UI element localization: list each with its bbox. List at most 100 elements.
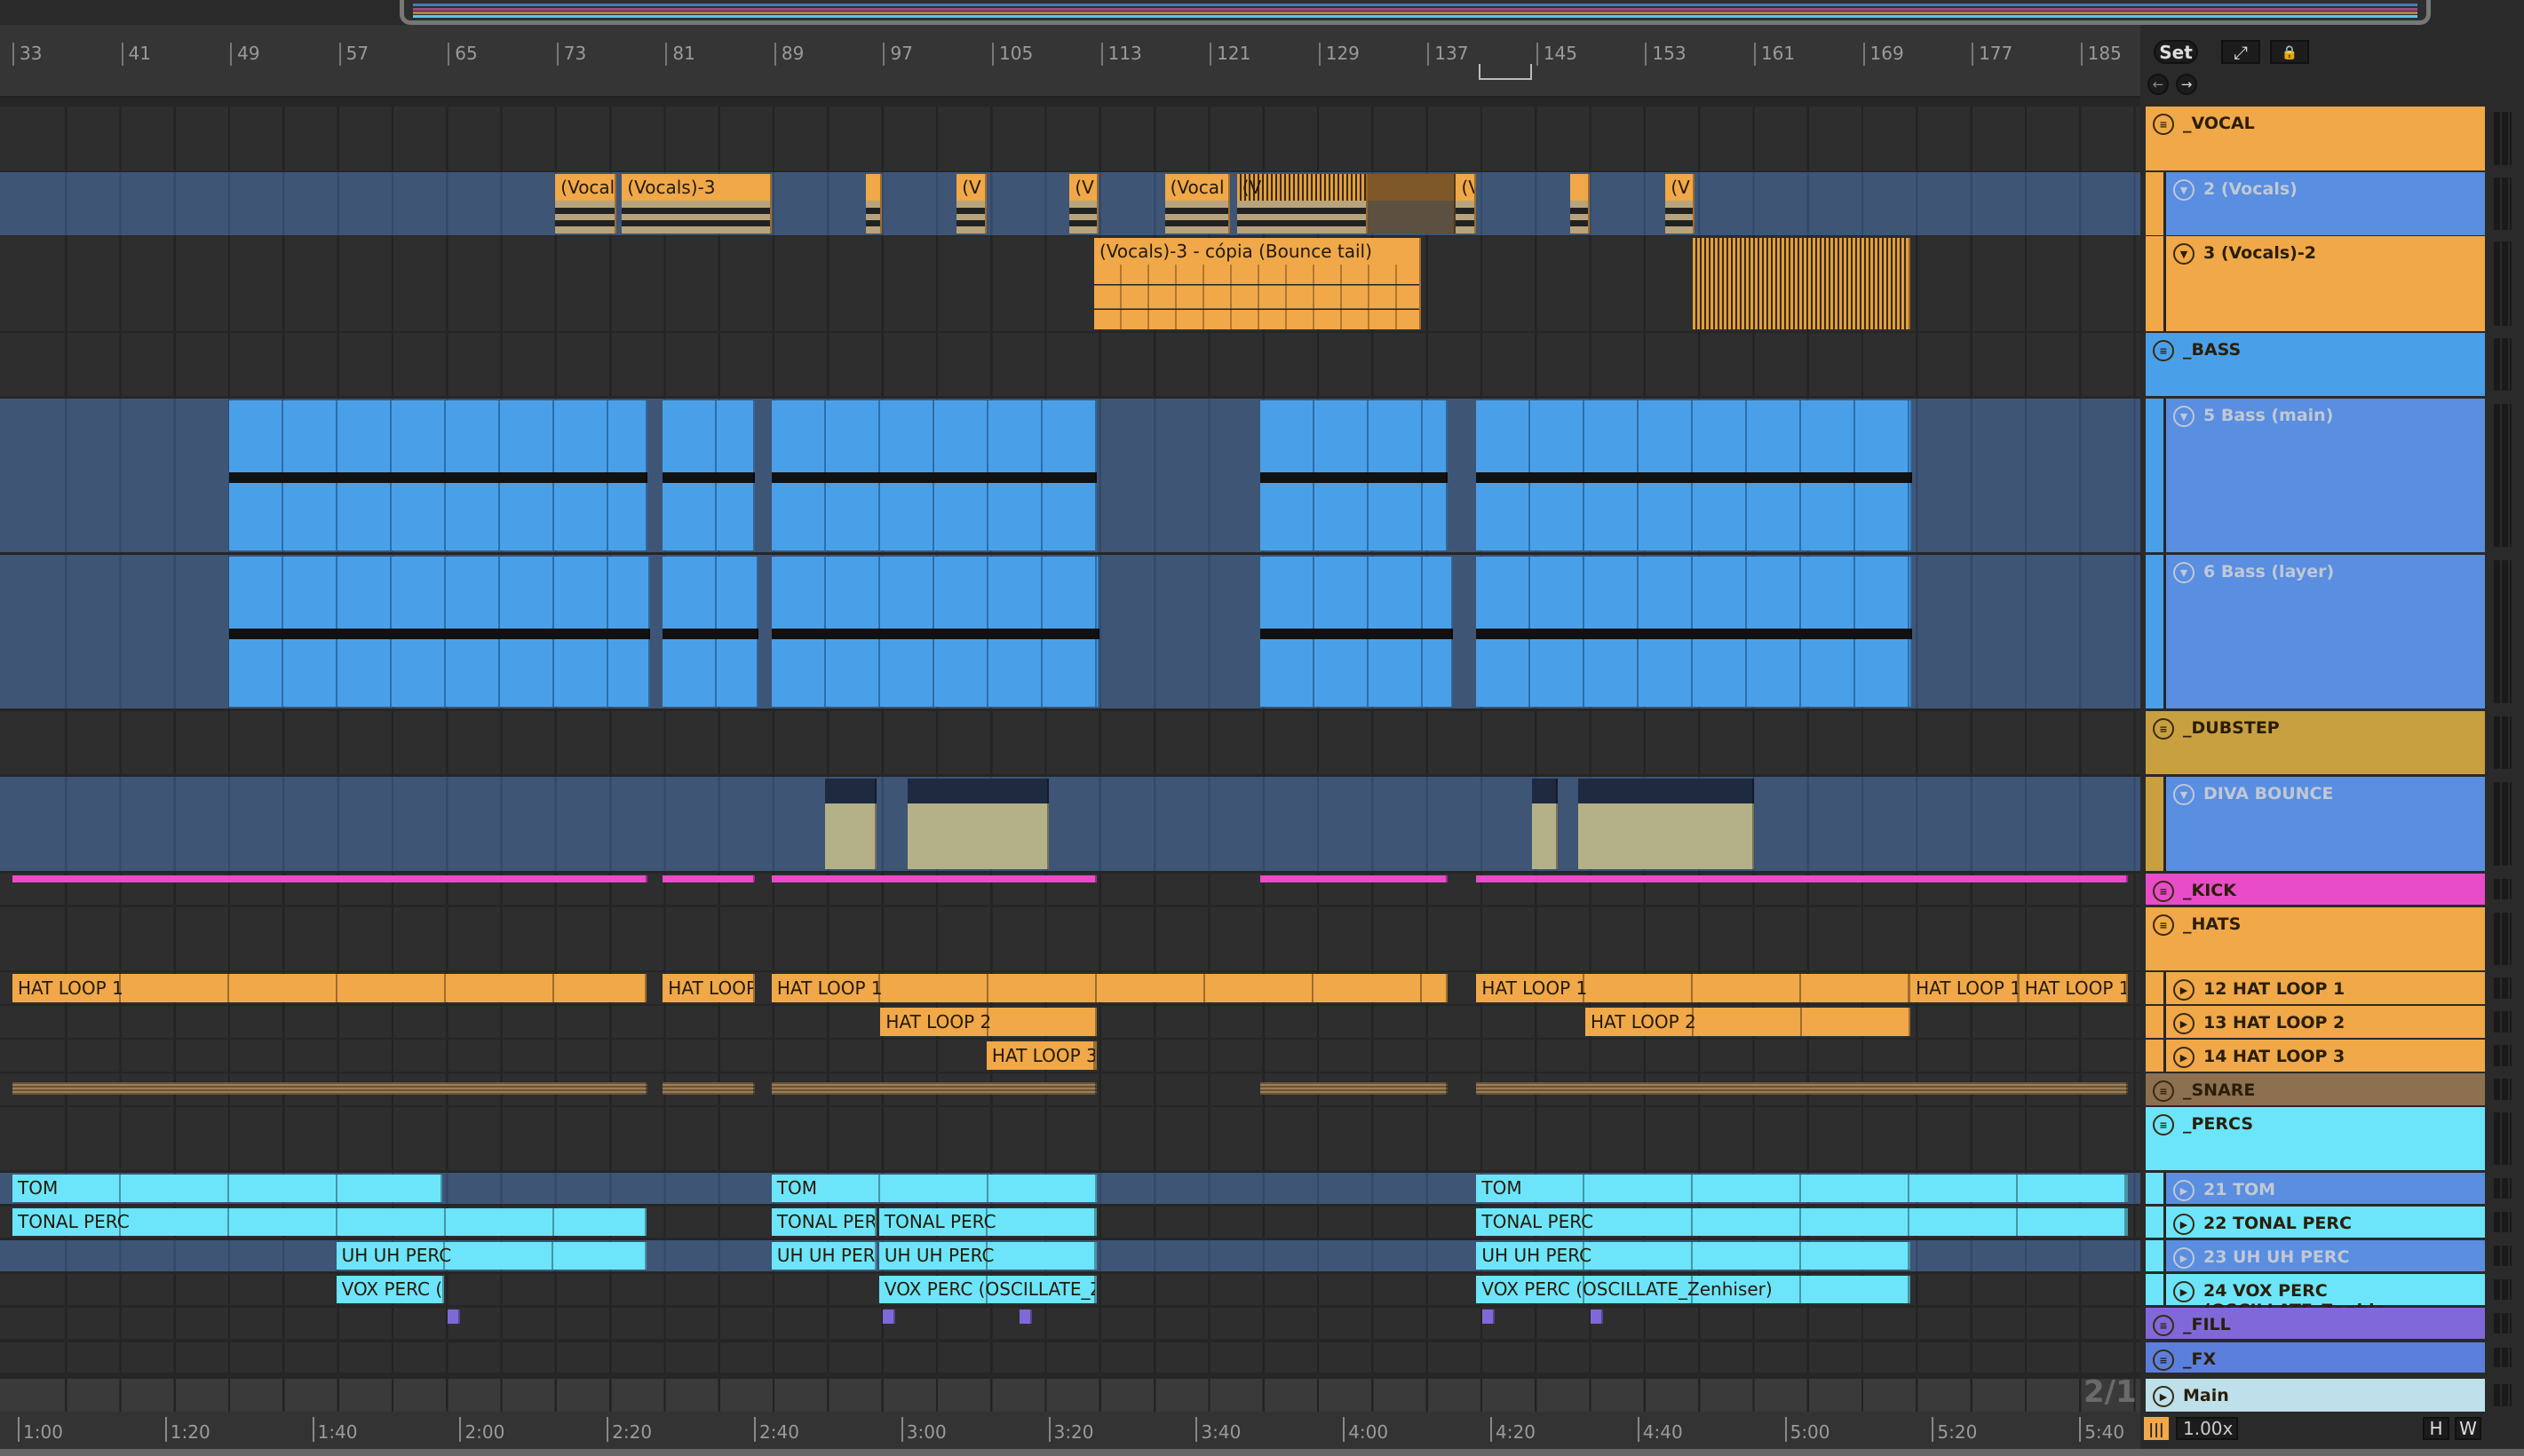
track-header[interactable]: ▶ 14 HAT LOOP 3	[2163, 1040, 2485, 1072]
set-button[interactable]: Set	[2154, 40, 2198, 64]
group-fold-icon[interactable]: ≡	[2153, 1349, 2174, 1371]
clip[interactable]: (Vocal	[555, 174, 617, 233]
clip[interactable]	[1476, 557, 1912, 707]
track-header[interactable]: ▶ Main	[2146, 1379, 2485, 1412]
clip[interactable]: HAT LOOP 1	[1910, 974, 2020, 1002]
fold-down-icon[interactable]: ▼	[2173, 179, 2195, 201]
play-icon[interactable]: ▶	[2173, 1281, 2195, 1302]
clip[interactable]	[1476, 875, 2129, 882]
clip[interactable]: UH UH PERC	[878, 1242, 1097, 1270]
track-header[interactable]: ▼ 2 (Vocals)	[2163, 172, 2485, 235]
track-header[interactable]: ≡ _FILL	[2146, 1308, 2485, 1339]
clip[interactable]	[448, 1310, 461, 1324]
lock-button[interactable]: 🔒	[2270, 40, 2309, 64]
track-header[interactable]: ▶ 13 HAT LOOP 2	[2163, 1006, 2485, 1038]
clip[interactable]: VOX PERC (O	[336, 1276, 444, 1303]
clip[interactable]: TONAL PERC	[771, 1208, 877, 1236]
clip[interactable]: TOM	[1476, 1175, 2129, 1202]
fold-down-icon[interactable]: ▼	[2173, 406, 2195, 427]
clip[interactable]	[771, 400, 1097, 550]
clip[interactable]	[663, 1082, 756, 1095]
clip[interactable]	[1570, 174, 1590, 233]
clip[interactable]: (V	[1236, 174, 1368, 233]
track-header[interactable]: ▼ 5 Bass (main)	[2163, 399, 2485, 552]
clip[interactable]: TOM	[12, 1175, 443, 1202]
track-header[interactable]: ≡ _DUBSTEP	[2146, 711, 2485, 774]
clip[interactable]	[1259, 875, 1449, 882]
clip[interactable]	[1367, 174, 1456, 233]
play-icon[interactable]: ▶	[2173, 1214, 2195, 1235]
clip[interactable]	[1019, 1310, 1032, 1324]
track-lane[interactable]	[0, 777, 2140, 871]
play-icon[interactable]: ▶	[2173, 1047, 2195, 1068]
clip[interactable]: HAT LOOP 2	[880, 1008, 1097, 1036]
track-header[interactable]: ≡ _HATS	[2146, 907, 2485, 970]
clip[interactable]: (V	[1665, 174, 1695, 233]
clip[interactable]: VOX PERC (OSCILLATE_Z	[878, 1276, 1097, 1303]
h-button[interactable]: H	[2423, 1417, 2449, 1440]
forward-arrow-button[interactable]: →	[2176, 74, 2197, 95]
track-lane[interactable]	[0, 1379, 2140, 1412]
track-header[interactable]: ▶ 21 TOM	[2163, 1173, 2485, 1204]
clip[interactable]: HAT LOOP	[663, 974, 756, 1002]
track-header[interactable]: ≡ _FX	[2146, 1342, 2485, 1373]
track-lane[interactable]	[0, 1107, 2140, 1170]
play-icon[interactable]: ▶	[2173, 979, 2195, 1001]
track-lane[interactable]	[0, 907, 2140, 970]
group-fold-icon[interactable]: ≡	[2153, 1114, 2174, 1136]
clip[interactable]: UH UH PERC	[1476, 1242, 1911, 1270]
bar-ruler[interactable]: 33 41 49 57 65 73 81 89 97 105 113 121 129 137 145 153 1…	[0, 25, 2140, 98]
clip[interactable]	[1259, 400, 1449, 550]
clip[interactable]	[228, 557, 651, 707]
track-header[interactable]: ▶ 22 TONAL PERC	[2163, 1207, 2485, 1238]
group-fold-icon[interactable]: ≡	[2153, 718, 2174, 740]
play-icon[interactable]: ▶	[2153, 1386, 2174, 1407]
track-header[interactable]: ≡ _BASS	[2146, 333, 2485, 396]
clip[interactable]	[1476, 1082, 2129, 1095]
clip[interactable]	[824, 779, 877, 869]
track-header[interactable]: ≡ _SNARE	[2146, 1073, 2485, 1105]
track-header[interactable]: ▶24 VOX PERC (OSCILLATE_Zenhis	[2163, 1274, 2485, 1320]
clip[interactable]	[771, 1082, 1097, 1095]
fold-down-icon[interactable]: ▼	[2173, 562, 2195, 583]
horizontal-scrollbar[interactable]	[0, 1449, 2524, 1456]
track-header[interactable]: ≡ _KICK	[2146, 874, 2485, 905]
clip[interactable]	[1532, 779, 1559, 869]
track-header[interactable]: ▶ 23 UH UH PERC	[2163, 1240, 2485, 1271]
overview-scrollbar[interactable]	[400, 0, 2431, 25]
clip[interactable]: (Vocal	[1164, 174, 1231, 233]
clip[interactable]: (Vocals)-3 - cópia (Bounce tail)	[1093, 238, 1421, 329]
play-icon[interactable]: ▶	[2173, 1013, 2195, 1034]
clip[interactable]: UH UH PERC	[336, 1242, 647, 1270]
group-fold-icon[interactable]: ≡	[2153, 1080, 2174, 1102]
clip[interactable]: TONAL PERC	[12, 1208, 647, 1236]
clip[interactable]: (V	[1456, 174, 1477, 233]
track-lane[interactable]	[0, 1342, 2140, 1373]
fold-down-icon[interactable]: ▼	[2173, 784, 2195, 805]
clip[interactable]	[771, 557, 1100, 707]
clip[interactable]: UH UH PERC	[771, 1242, 877, 1270]
clip[interactable]	[663, 557, 758, 707]
track-lane[interactable]	[0, 333, 2140, 396]
track-header[interactable]: ▶ 12 HAT LOOP 1	[2163, 972, 2485, 1004]
group-fold-icon[interactable]: ≡	[2153, 114, 2174, 135]
clip[interactable]: VOX PERC (OSCILLATE_Zenhiser)	[1476, 1276, 1911, 1303]
clip[interactable]	[12, 875, 648, 882]
clip[interactable]	[1591, 1310, 1604, 1324]
waveform-icon[interactable]: |||	[2144, 1417, 2169, 1440]
track-lane[interactable]	[0, 711, 2140, 774]
group-fold-icon[interactable]: ≡	[2153, 881, 2174, 902]
track-header[interactable]: ▼ 3 (Vocals)-2	[2163, 236, 2485, 331]
clip[interactable]	[865, 174, 882, 233]
clip[interactable]: (Vocals)-3	[622, 174, 772, 233]
group-fold-icon[interactable]: ≡	[2153, 340, 2174, 361]
clip[interactable]	[1476, 400, 1912, 550]
track-lane[interactable]	[0, 107, 2140, 170]
clip[interactable]	[883, 1310, 896, 1324]
clip[interactable]: HAT LOOP 1	[12, 974, 647, 1002]
clip[interactable]: HAT LOOP 1	[2019, 974, 2129, 1002]
clip[interactable]	[1481, 1310, 1495, 1324]
w-button[interactable]: W	[2455, 1417, 2481, 1440]
clip[interactable]: HAT LOOP 1	[1476, 974, 1911, 1002]
clip[interactable]	[228, 400, 648, 550]
